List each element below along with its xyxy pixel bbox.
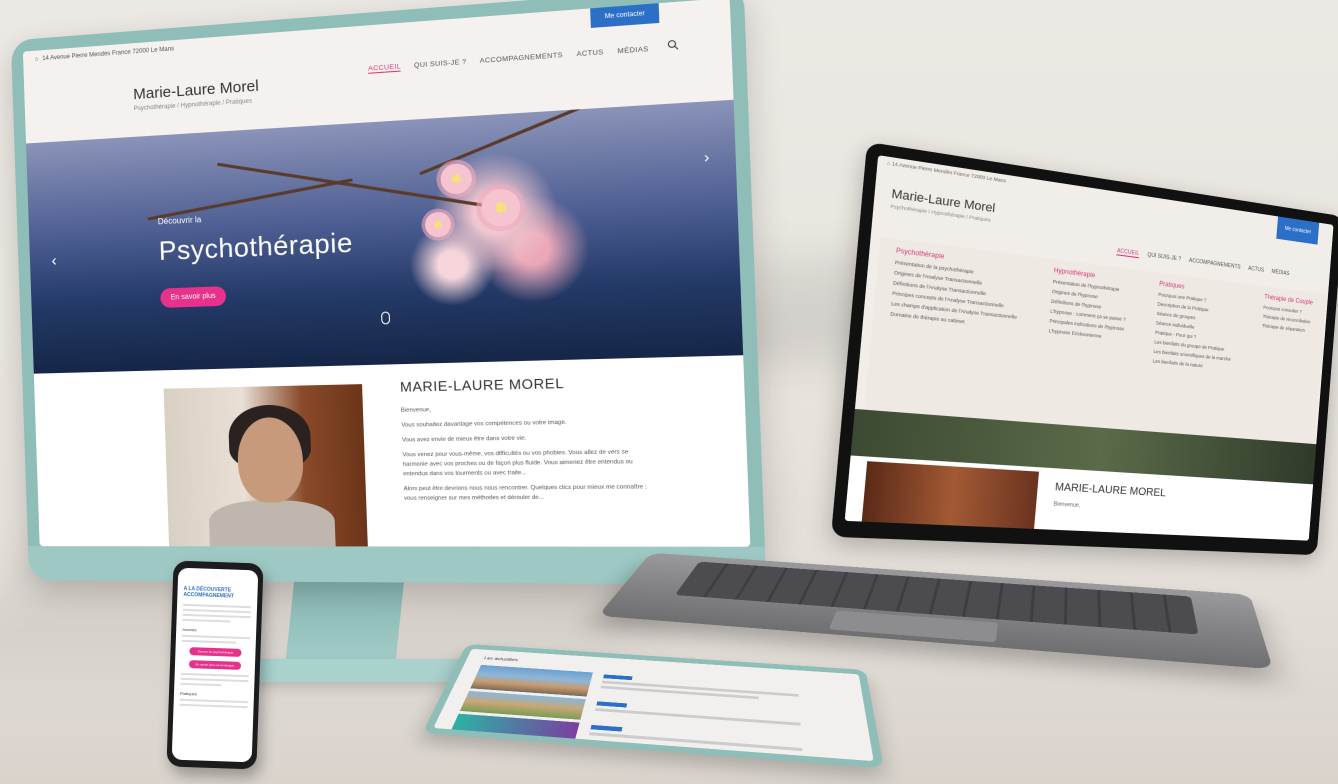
nav-item-accueil[interactable]: ACCUEIL bbox=[1116, 247, 1140, 259]
home-icon: ⌂ bbox=[886, 160, 891, 167]
nav-item-medias[interactable]: MÉDIAS bbox=[1271, 269, 1289, 278]
article-badge bbox=[596, 701, 628, 708]
text-line bbox=[181, 634, 250, 640]
nav-item-qui-suis-je[interactable]: QUI SUIS-JE ? bbox=[1147, 252, 1181, 264]
blossom bbox=[475, 182, 527, 233]
about-greeting: Bienvenue, bbox=[400, 407, 432, 414]
search-icon[interactable] bbox=[667, 39, 679, 51]
text-line bbox=[182, 608, 251, 614]
article-badge bbox=[603, 674, 633, 681]
desktop-nav: ACCUEIL QUI SUIS-JE ? ACCOMPAGNEMENTS AC… bbox=[368, 46, 649, 74]
about-paragraph: Alors peut être devrions nous nous renco… bbox=[403, 484, 647, 502]
text-line bbox=[182, 613, 251, 619]
nav-item-actus[interactable]: ACTUS bbox=[576, 49, 603, 60]
about-text: Bienvenue, Vous souhaitez davantage vos … bbox=[401, 402, 653, 510]
chevron-left-icon[interactable]: ‹ bbox=[51, 252, 57, 270]
about-paragraph: Vous souhaitez davantage vos compétences… bbox=[401, 419, 567, 429]
laptop-address: 14 Avenue Pierre Mendès France 72000 Le … bbox=[891, 160, 1007, 184]
about-section: MARIE-LAURE MOREL Bienvenue, Vous souhai… bbox=[33, 355, 751, 547]
home-icon: ⌂ bbox=[34, 56, 39, 63]
mega-menu-column: Hypnothérapie Présentation de l'hypnothé… bbox=[1041, 268, 1129, 420]
laptop-portrait-photo bbox=[860, 461, 1039, 538]
phone-title: A LA DÉCOUVERTE ACCOMPAGNEMENT bbox=[183, 585, 234, 600]
text-line bbox=[180, 672, 249, 678]
mega-menu-column: Thérapie de Couple Pourquoi consulter ? … bbox=[1253, 294, 1313, 435]
text-line bbox=[182, 618, 231, 623]
imac-stand-base bbox=[231, 658, 469, 682]
branch-decoration bbox=[147, 178, 353, 221]
nav-item-medias[interactable]: MÉDIAS bbox=[617, 46, 648, 57]
tablet-section-title: Les actualités bbox=[483, 656, 519, 663]
laptop-about-title: MARIE-LAURE MOREL bbox=[1054, 481, 1167, 500]
hero-slider: Découvrir la Psychothérapie En savoir pl… bbox=[26, 99, 744, 374]
laptop-screen: ⌂ 14 Avenue Pierre Mendès France 72000 L… bbox=[844, 155, 1334, 541]
hero-title: Psychothérapie bbox=[158, 226, 354, 267]
imac-frame: ⌂ 14 Avenue Pierre Mendès France 72000 L… bbox=[10, 0, 767, 585]
menu-item[interactable]: Thérapie de séparation bbox=[1262, 323, 1311, 334]
desktop-mockup: ⌂ 14 Avenue Pierre Mendès France 72000 L… bbox=[10, 0, 767, 682]
text-line bbox=[180, 682, 222, 687]
tablet-screen: Les actualités bbox=[433, 648, 874, 762]
tablet-mockup: Les actualités bbox=[422, 643, 884, 769]
text-line bbox=[183, 603, 252, 609]
text-line bbox=[179, 703, 248, 709]
article-line bbox=[588, 732, 803, 752]
nav-item-qui-suis-je[interactable]: QUI SUIS-JE ? bbox=[414, 58, 467, 70]
phone-button[interactable]: Séance de psychothérapie bbox=[189, 647, 242, 657]
blossom bbox=[435, 158, 477, 200]
mouse-scroll-icon[interactable] bbox=[381, 311, 391, 325]
portrait-body bbox=[208, 500, 336, 547]
phone-button[interactable]: En savoir plus sur la thérapie bbox=[188, 660, 242, 670]
desktop-screen: ⌂ 14 Avenue Pierre Mendès France 72000 L… bbox=[22, 0, 751, 547]
phone-mockup: A LA DÉCOUVERTE ACCOMPAGNEMENT Journée S… bbox=[166, 560, 264, 770]
article-thumbnail[interactable] bbox=[448, 713, 580, 745]
hero-cta-button[interactable]: En savoir plus bbox=[160, 286, 227, 308]
about-paragraph: Vous avez envie de mieux être dans votre… bbox=[401, 435, 527, 444]
nav-item-actus[interactable]: ACTUS bbox=[1248, 266, 1264, 275]
laptop-mockup: ⌂ 14 Avenue Pierre Mendès France 72000 L… bbox=[830, 141, 1338, 556]
blossom bbox=[420, 207, 456, 242]
text-line bbox=[179, 698, 248, 704]
text-line bbox=[180, 677, 249, 683]
phone-link[interactable]: Pratiques bbox=[180, 691, 248, 698]
nav-item-accompagnements[interactable]: ACCOMPAGNEMENTS bbox=[1189, 258, 1241, 272]
laptop-about-greeting: Bienvenue, bbox=[1053, 501, 1081, 510]
nav-item-accompagnements[interactable]: ACCOMPAGNEMENTS bbox=[480, 52, 563, 66]
chevron-right-icon[interactable]: › bbox=[703, 148, 709, 166]
phone-screen: A LA DÉCOUVERTE ACCOMPAGNEMENT Journée S… bbox=[171, 567, 259, 763]
mega-menu-column: Psychothérapie Présentation de la psycho… bbox=[882, 248, 1021, 412]
nav-item-accueil[interactable]: ACCUEIL bbox=[368, 63, 402, 74]
laptop-contact-button[interactable]: Me contacter bbox=[1276, 216, 1320, 245]
portrait-photo bbox=[163, 384, 369, 547]
about-title: MARIE-LAURE MOREL bbox=[399, 375, 565, 395]
text-line bbox=[181, 639, 237, 644]
phone-section-label: Journée bbox=[182, 626, 197, 633]
article-line bbox=[594, 708, 801, 726]
about-paragraph: Vous venez pour vous-même, vos difficult… bbox=[402, 449, 633, 478]
hero-kicker: Découvrir la bbox=[157, 214, 202, 227]
article-badge bbox=[590, 724, 623, 732]
mega-menu-column: Pratiques Pourquoi une Pratique ? Descri… bbox=[1148, 281, 1237, 429]
